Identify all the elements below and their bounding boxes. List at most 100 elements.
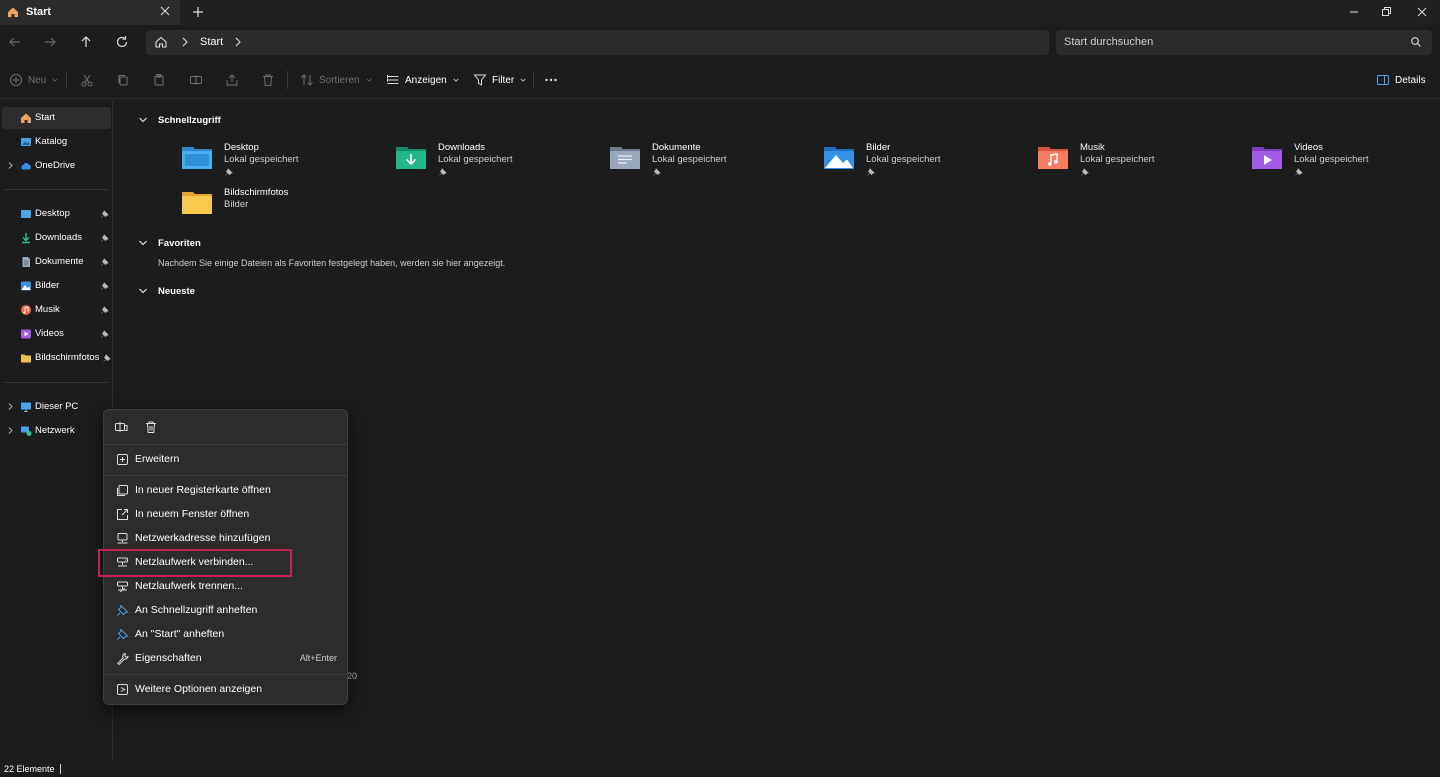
chevron-right-icon[interactable]	[6, 426, 15, 435]
chevron-down-icon	[52, 78, 58, 82]
forward-icon[interactable]	[42, 34, 58, 50]
menu-item-open-new-window[interactable]: In neuem Fenster öffnen	[108, 504, 343, 526]
chevron-right-icon[interactable]	[232, 36, 244, 48]
video-icon	[21, 329, 31, 339]
pin-icon	[103, 354, 111, 362]
item-location: Lokal gespeichert	[866, 154, 941, 165]
breadcrumb[interactable]: Start	[200, 36, 223, 48]
sidebar-item-katalog[interactable]: Katalog	[2, 131, 111, 153]
quick-access-item-bildschirmfotos[interactable]: Bildschirmfotos Bilder	[181, 187, 381, 227]
close-tab-icon[interactable]	[158, 4, 172, 18]
menu-item-more-options[interactable]: Weitere Optionen anzeigen	[108, 679, 343, 701]
sidebar-item-dieser-pc[interactable]: Dieser PC	[2, 396, 111, 418]
quick-access-item-downloads[interactable]: Downloads Lokal gespeichert	[395, 142, 595, 182]
sidebar-item-downloads[interactable]: Downloads	[2, 227, 111, 249]
menu-item-disconnect-network-drive[interactable]: Netzlaufwerk trennen...	[108, 576, 343, 598]
chevron-down-icon	[366, 78, 372, 82]
quick-access-item-bilder[interactable]: Bilder Lokal gespeichert	[823, 142, 1023, 182]
copy-icon[interactable]	[116, 72, 130, 88]
share-icon[interactable]	[225, 72, 239, 88]
close-window-icon[interactable]	[1414, 4, 1430, 20]
item-location: Lokal gespeichert	[438, 154, 513, 165]
sidebar-item-onedrive[interactable]: OneDrive	[2, 155, 111, 177]
item-location: Lokal gespeichert	[652, 154, 727, 165]
item-name: Musik	[1080, 142, 1105, 153]
pin-icon	[101, 234, 109, 242]
address-bar[interactable]: Start	[146, 30, 1049, 55]
copy-path-icon[interactable]	[114, 420, 128, 434]
menu-item-label: In neuer Registerkarte öffnen	[135, 484, 271, 496]
minimize-icon[interactable]	[1346, 4, 1362, 20]
restore-icon[interactable]	[1378, 4, 1394, 20]
filter-button[interactable]: Filter	[473, 72, 527, 88]
rename-icon[interactable]	[189, 72, 203, 88]
item-location: Lokal gespeichert	[224, 154, 299, 165]
quick-access-item-videos[interactable]: Videos Lokal gespeichert	[1251, 142, 1440, 182]
search-icon[interactable]	[1410, 36, 1422, 48]
menu-item-open-new-tab[interactable]: In neuer Registerkarte öffnen	[108, 480, 343, 502]
chevron-down-icon	[520, 78, 526, 82]
section-quick-access[interactable]: Schnellzugriff	[138, 112, 221, 128]
sidebar-item-dokumente[interactable]: Dokumente	[2, 251, 111, 273]
search-placeholder: Start durchsuchen	[1064, 36, 1154, 48]
pin-icon	[653, 168, 661, 176]
delete-icon[interactable]	[261, 72, 275, 88]
details-button[interactable]: Details	[1376, 72, 1426, 88]
new-window-icon	[117, 509, 128, 520]
add-tab-icon[interactable]	[190, 4, 206, 20]
menu-item-pin-start[interactable]: An "Start" anheften	[108, 624, 343, 646]
sort-icon	[301, 74, 313, 86]
sidebar-divider	[4, 382, 109, 383]
sidebar-item-label: Start	[35, 112, 56, 123]
menu-item-properties[interactable]: Eigenschaften Alt+Enter	[108, 648, 343, 670]
partial-text: 20	[347, 671, 358, 681]
quick-access-item-desktop[interactable]: Desktop Lokal gespeichert	[181, 142, 381, 182]
tab-start[interactable]: Start	[0, 0, 180, 25]
menu-item-pin-quick-access[interactable]: An Schnellzugriff anheften	[108, 600, 343, 622]
more-icon[interactable]	[544, 72, 558, 88]
status-bar: 22 Elemente	[0, 760, 1440, 777]
sidebar-item-label: OneDrive	[35, 160, 76, 171]
sidebar-item-videos[interactable]: Videos	[2, 323, 111, 345]
toolbar-divider	[66, 71, 67, 89]
chevron-down-icon	[139, 240, 147, 246]
sort-button[interactable]: Sortieren	[300, 72, 373, 88]
delete-icon[interactable]	[144, 420, 158, 434]
sidebar-item-bilder[interactable]: Bilder	[2, 275, 111, 297]
details-pane-icon	[1377, 75, 1389, 85]
sidebar-item-desktop[interactable]: Desktop	[2, 203, 111, 225]
section-title: Favoriten	[158, 237, 201, 249]
document-icon	[22, 257, 30, 267]
sidebar-item-start[interactable]: Start	[2, 107, 111, 129]
section-favorites[interactable]: Favoriten	[138, 235, 201, 251]
chevron-right-icon[interactable]	[179, 36, 191, 48]
documents-folder-icon	[610, 147, 640, 169]
item-name: Dokumente	[652, 142, 701, 153]
download-icon	[22, 233, 30, 244]
new-button[interactable]: Neu	[9, 72, 59, 88]
chevron-right-icon[interactable]	[6, 402, 15, 411]
cut-icon[interactable]	[80, 72, 94, 88]
sidebar-item-musik[interactable]: Musik	[2, 299, 111, 321]
paste-icon[interactable]	[152, 72, 166, 88]
pin-icon	[117, 628, 129, 640]
section-recent[interactable]: Neueste	[138, 283, 195, 299]
sidebar-item-bildschirmfotos[interactable]: Bildschirmfotos	[2, 347, 111, 369]
chevron-right-icon[interactable]	[6, 161, 15, 170]
view-list-icon	[387, 75, 399, 84]
view-button[interactable]: Anzeigen	[386, 72, 460, 88]
up-icon[interactable]	[78, 34, 94, 50]
quick-access-item-dokumente[interactable]: Dokumente Lokal gespeichert	[609, 142, 809, 182]
sidebar-item-netzwerk[interactable]: Netzwerk	[2, 420, 111, 442]
toolbar-divider	[287, 71, 288, 89]
quick-access-item-musik[interactable]: Musik Lokal gespeichert	[1037, 142, 1237, 182]
cloud-icon	[21, 162, 32, 170]
menu-item-erweitern[interactable]: Erweitern	[108, 449, 343, 471]
chevron-down-icon	[139, 288, 147, 294]
home-icon[interactable]	[154, 35, 168, 49]
refresh-icon[interactable]	[114, 34, 130, 50]
menu-item-add-network-location[interactable]: Netzwerkadresse hinzufügen	[108, 528, 343, 550]
menu-item-label: Erweitern	[135, 453, 180, 465]
search-input[interactable]: Start durchsuchen	[1056, 30, 1432, 55]
back-icon[interactable]	[7, 34, 23, 50]
